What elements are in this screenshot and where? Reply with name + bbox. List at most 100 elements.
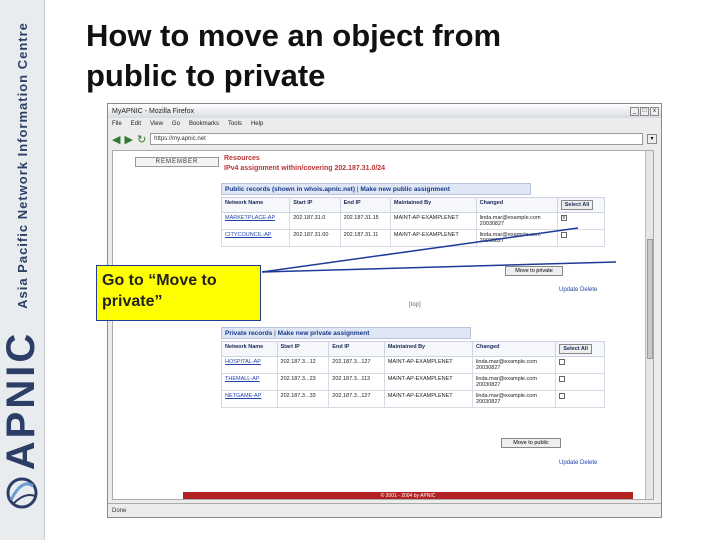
menu-edit[interactable]: Edit <box>131 121 141 127</box>
page-viewport: REMEMBER Resources IPv4 assignment withi… <box>112 150 654 500</box>
maintained-by: MAINT-AP-EXAMPLENET <box>383 373 473 391</box>
page-footer: © 2001 - 2004 by APNIC <box>183 492 633 499</box>
public-records-header: Public records (shown in whois.apnic.net… <box>221 183 531 195</box>
col-select: Select All <box>555 341 605 357</box>
update-delete-links[interactable]: Update Delete <box>559 460 597 466</box>
scrollbar-thumb[interactable] <box>647 239 653 359</box>
network-name-link[interactable]: MARKETPLACE-AP <box>220 212 291 230</box>
callout-line-1: Go to “Move to <box>102 272 217 289</box>
url-input[interactable]: https://my.apnic.net <box>150 133 643 145</box>
maintained-by: MAINT-AP-EXAMPLENET <box>383 390 473 408</box>
network-name-link[interactable]: HOSPITAL-AP <box>221 356 278 374</box>
browser-title: MyAPNIC - Mozilla Firefox <box>112 107 195 115</box>
resources-link[interactable]: Resources <box>224 155 260 162</box>
table-row: CITYCOUNCIL-AP 202.187.31.00 202.187.31.… <box>220 229 606 247</box>
table-row: MARKETPLACE-AP 202.187.31.0 202.187.31.1… <box>220 212 606 230</box>
start-ip: 202.187.31.00 <box>289 229 341 247</box>
instruction-callout: Go to “Move to private” <box>96 265 261 321</box>
col-start-ip: Start IP <box>289 197 341 213</box>
close-icon[interactable]: x <box>650 106 659 116</box>
col-maintained-by: Maintained By <box>383 341 473 357</box>
changed-date: 20030827 <box>475 399 501 405</box>
menu-tools[interactable]: Tools <box>228 121 242 127</box>
browser-statusbar: Done <box>108 503 661 517</box>
menu-view[interactable]: View <box>150 121 163 127</box>
public-records-title: Public records (shown in whois.apnic.net… <box>225 186 356 193</box>
changed: linda.mar@example.com 20030827 <box>471 373 557 391</box>
private-records-table: Network Name Start IP End IP Maintained … <box>221 341 605 408</box>
select-cell <box>555 373 605 391</box>
col-end-ip: End IP <box>328 341 385 357</box>
top-link[interactable]: [top] <box>409 302 421 308</box>
minimize-icon[interactable]: _ <box>630 106 639 116</box>
update-delete-links[interactable]: Update Delete <box>559 287 597 293</box>
select-all-button[interactable]: Select All <box>559 344 592 354</box>
slide-title-line-2: public to private <box>86 58 326 93</box>
select-cell <box>555 390 605 408</box>
reload-icon[interactable]: ↻ <box>137 133 146 146</box>
end-ip: 202.187.31.15 <box>339 212 391 230</box>
row-checkbox[interactable] <box>559 393 566 399</box>
changed-date: 20030827 <box>475 382 501 388</box>
col-network-name: Network Name <box>221 341 278 357</box>
select-all-button[interactable]: Select All <box>560 200 594 210</box>
changed-date: 20030827 <box>479 221 505 227</box>
col-start-ip: Start IP <box>276 341 330 357</box>
changed: linda.mar@example.com 20030827 <box>475 229 558 247</box>
changed: linda.mar@example.com 20030827 <box>471 390 557 408</box>
start-ip: 202.187.31.0 <box>289 212 341 230</box>
back-arrow-icon[interactable]: ◀ <box>112 133 120 146</box>
table-row: NETGAME-AP 202.187.3...33 202.187.3...12… <box>221 390 605 408</box>
apnic-logo-icon <box>6 477 38 509</box>
browser-navbar: ◀ ▶ ↻ https://my.apnic.net ▾ <box>108 130 661 148</box>
brand-sidebar: Asia Pacific Network Information Centre … <box>0 0 45 540</box>
forward-arrow-icon[interactable]: ▶ <box>124 133 132 146</box>
public-records-table: Network Name Start IP End IP Maintained … <box>220 197 606 247</box>
maintained-by: MAINT-AP-EXAMPLENET <box>383 356 473 374</box>
select-cell: x <box>556 212 606 230</box>
row-checkbox[interactable] <box>560 232 567 238</box>
network-name-link[interactable]: NETGAME-AP <box>221 390 278 408</box>
apnic-wordmark: APNIC <box>0 330 44 469</box>
maintained-by: MAINT-AP-EXAMPLENET <box>389 212 477 230</box>
row-checkbox[interactable] <box>559 376 566 382</box>
changed-date: 20030827 <box>475 365 501 371</box>
slide-title: How to move an object from public to pri… <box>86 16 646 96</box>
col-select: Select All <box>556 197 606 213</box>
make-private-assignment-link[interactable]: Make new private assignment <box>278 330 370 337</box>
col-changed: Changed <box>471 341 557 357</box>
menu-file[interactable]: File <box>112 121 122 127</box>
menu-go[interactable]: Go <box>172 121 180 127</box>
maximize-icon[interactable]: □ <box>640 106 649 116</box>
remember-button[interactable]: REMEMBER <box>135 157 219 167</box>
start-ip: 202.187.3...33 <box>276 390 330 408</box>
end-ip: 202.187.3...127 <box>328 390 385 408</box>
make-public-assignment-link[interactable]: Make new public assignment <box>360 186 450 193</box>
row-checkbox[interactable] <box>559 359 566 365</box>
select-cell <box>555 356 605 374</box>
changed: linda.mar@example.com 20030827 <box>475 212 558 230</box>
end-ip: 202.187.3...127 <box>328 356 385 374</box>
table-header-row: Network Name Start IP End IP Maintained … <box>221 341 605 357</box>
col-changed: Changed <box>475 197 558 213</box>
network-name-link[interactable]: CITYCOUNCIL-AP <box>220 229 291 247</box>
col-network-name: Network Name <box>220 197 291 213</box>
move-to-public-button[interactable]: Move to public <box>501 438 561 448</box>
start-ip: 202.187.3...12 <box>276 356 330 374</box>
vertical-scrollbar[interactable] <box>645 151 653 499</box>
changed: linda.mar@example.com 20030827 <box>471 356 557 374</box>
org-name-text: Asia Pacific Network Information Centre <box>14 21 30 309</box>
go-icon[interactable]: ▾ <box>647 134 657 144</box>
move-to-private-button[interactable]: Move to private <box>505 266 563 276</box>
ipv4-heading: IPv4 assignment within/covering 202.187.… <box>224 165 386 172</box>
start-ip: 202.187.3...23 <box>276 373 330 391</box>
maintained-by: MAINT-AP-EXAMPLENET <box>389 229 477 247</box>
row-checkbox[interactable]: x <box>560 215 567 221</box>
table-header-row: Network Name Start IP End IP Maintained … <box>220 197 606 213</box>
network-name-link[interactable]: THEMALL-AP <box>221 373 278 391</box>
menu-help[interactable]: Help <box>251 121 263 127</box>
end-ip: 202.187.3...113 <box>328 373 385 391</box>
org-name-vertical: Asia Pacific Network Information Centre <box>3 10 41 320</box>
menu-bookmarks[interactable]: Bookmarks <box>189 121 219 127</box>
private-records-header: Private records | Make new private assig… <box>221 327 471 339</box>
